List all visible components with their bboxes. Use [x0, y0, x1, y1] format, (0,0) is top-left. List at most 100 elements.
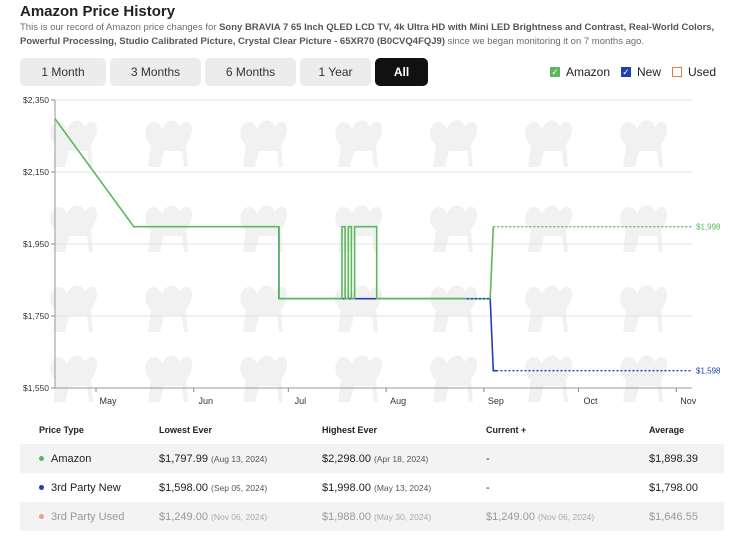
- series-dot-icon: [39, 485, 44, 490]
- range-button-1-month[interactable]: 1 Month: [20, 58, 106, 86]
- highest-price: $1,988.00: [322, 510, 371, 523]
- legend-label-new: New: [637, 65, 662, 79]
- series-dot-icon: [39, 456, 44, 461]
- highest-price: $1,998.00: [322, 481, 371, 494]
- price-history-chart[interactable]: $2,350 $2,150 $1,950 $1,750 $1,550 May Jun Jul A…: [0, 92, 738, 410]
- watermark-camel-icon: [240, 285, 287, 332]
- x-tick-label: Jul: [295, 396, 307, 406]
- series-dot-icon: [39, 514, 44, 519]
- checkbox-unchecked-icon[interactable]: [672, 67, 682, 77]
- table-row-amazon: Amazon $1,797.99 (Aug 13, 2024) $2,298.0…: [20, 444, 724, 473]
- watermark-camel-icon: [335, 355, 382, 402]
- checkbox-checked-icon[interactable]: ✓: [621, 67, 631, 77]
- watermark-camel-icon: [145, 120, 192, 167]
- watermark-camel-icon: [240, 205, 287, 252]
- average-price: $1,646.55: [649, 510, 698, 523]
- legend-toggle-new[interactable]: ✓ New: [621, 65, 661, 79]
- watermark-camel-icon: [145, 285, 192, 332]
- header-current[interactable]: Current +: [486, 425, 649, 435]
- x-tick-label: May: [99, 396, 117, 406]
- watermark-camel-icon: [525, 355, 572, 402]
- header-average: Average: [649, 425, 685, 435]
- watermark-camel-icon: [145, 205, 192, 252]
- lowest-cell: $1,249.00 (Nov 06, 2024): [159, 511, 322, 523]
- page-title: Amazon Price History: [20, 3, 176, 20]
- average-price: $1,898.39: [649, 452, 698, 465]
- x-tick-label: Nov: [680, 396, 697, 406]
- watermark-camel-icon: [240, 355, 287, 402]
- legend-toggle-amazon[interactable]: ✓ Amazon: [550, 65, 610, 79]
- highest-cell: $1,998.00 (May 13, 2024): [322, 482, 486, 494]
- highest-date: (May 30, 2024): [374, 511, 432, 522]
- lowest-price: $1,249.00: [159, 510, 208, 523]
- highest-date: (May 13, 2024): [374, 482, 432, 493]
- x-tick-label: Sep: [488, 396, 504, 406]
- current-price: -: [486, 452, 490, 465]
- row-type: Amazon: [51, 452, 92, 465]
- row-type-cell: Amazon: [20, 453, 159, 465]
- row-type: 3rd Party Used: [51, 510, 125, 523]
- range-button-all[interactable]: All: [375, 58, 428, 86]
- watermark-camel-icon: [620, 355, 667, 402]
- highest-date: (Apr 18, 2024): [374, 453, 429, 464]
- watermark-camel-icon: [620, 285, 667, 332]
- watermark-camel-icon: [50, 355, 97, 402]
- lowest-price: $1,598.00: [159, 481, 208, 494]
- series-end-label-new: $1,598: [696, 367, 721, 376]
- table-row-used: 3rd Party Used $1,249.00 (Nov 06, 2024) …: [20, 502, 724, 531]
- lowest-cell: $1,797.99 (Aug 13, 2024): [159, 453, 322, 465]
- watermark-camel-icon: [50, 285, 97, 332]
- table-header: Price Type Lowest Ever Highest Ever Curr…: [20, 416, 724, 444]
- x-tick-label: Aug: [390, 396, 406, 406]
- watermark-camel-icon: [335, 120, 382, 167]
- range-button-1-year[interactable]: 1 Year: [300, 58, 371, 86]
- page-description: This is our record of Amazon price chang…: [20, 21, 725, 49]
- checkbox-checked-icon[interactable]: ✓: [550, 67, 560, 77]
- range-button-6-months[interactable]: 6 Months: [205, 58, 296, 86]
- x-tick-label: Jun: [198, 396, 213, 406]
- table-row-new: 3rd Party New $1,598.00 (Sep 05, 2024) $…: [20, 473, 724, 502]
- y-tick-label: $1,550: [23, 383, 49, 393]
- x-tick-label: Oct: [583, 396, 598, 406]
- watermark-camel-icon: [525, 120, 572, 167]
- current-price: -: [486, 481, 490, 494]
- y-tick-label: $2,350: [23, 95, 49, 105]
- legend-label-amazon: Amazon: [566, 65, 611, 79]
- watermark-camel-icon: [430, 285, 477, 332]
- y-tick-label: $2,150: [23, 167, 49, 177]
- lowest-date: (Nov 06, 2024): [211, 511, 268, 522]
- header-lowest: Lowest Ever: [159, 425, 213, 435]
- legend-toggle-used[interactable]: Used: [672, 65, 716, 79]
- range-button-3-months[interactable]: 3 Months: [110, 58, 201, 86]
- watermark-camel-icon: [620, 205, 667, 252]
- highest-cell: $1,988.00 (May 30, 2024): [322, 511, 486, 523]
- current-cell: -: [486, 453, 649, 465]
- legend-label-used: Used: [688, 65, 717, 79]
- watermark-camel-icon: [430, 205, 477, 252]
- lowest-date: (Aug 13, 2024): [211, 453, 268, 464]
- description-suffix: since we began monitoring it on 7 months…: [445, 36, 645, 47]
- price-summary-table: Price Type Lowest Ever Highest Ever Curr…: [20, 416, 724, 531]
- current-cell: -: [486, 482, 649, 494]
- lowest-price: $1,797.99: [159, 452, 208, 465]
- series-end-label-amazon: $1,998: [696, 223, 721, 232]
- watermark-camel-icon: [145, 355, 192, 402]
- header-price-type: Price Type: [39, 425, 84, 435]
- watermark-camel-icon: [240, 120, 287, 167]
- y-tick-label: $1,750: [23, 311, 49, 321]
- current-price: $1,249.00: [486, 510, 535, 523]
- row-type-cell: 3rd Party New: [20, 482, 159, 494]
- watermark-camel-icon: [525, 205, 572, 252]
- lowest-cell: $1,598.00 (Sep 05, 2024): [159, 482, 322, 494]
- row-type-cell: 3rd Party Used: [20, 511, 159, 523]
- header-highest: Highest Ever: [322, 425, 378, 435]
- y-tick-label: $1,950: [23, 239, 49, 249]
- series-jump-amazon: [489, 226, 495, 299]
- average-price: $1,798.00: [649, 481, 698, 494]
- watermark-camel-icon: [430, 355, 477, 402]
- lowest-date: (Sep 05, 2024): [211, 482, 268, 493]
- watermark-camel-icon: [50, 205, 97, 252]
- row-type: 3rd Party New: [51, 481, 121, 494]
- current-cell: $1,249.00 (Nov 06, 2024): [486, 511, 649, 523]
- watermark-camel-icon: [430, 120, 477, 167]
